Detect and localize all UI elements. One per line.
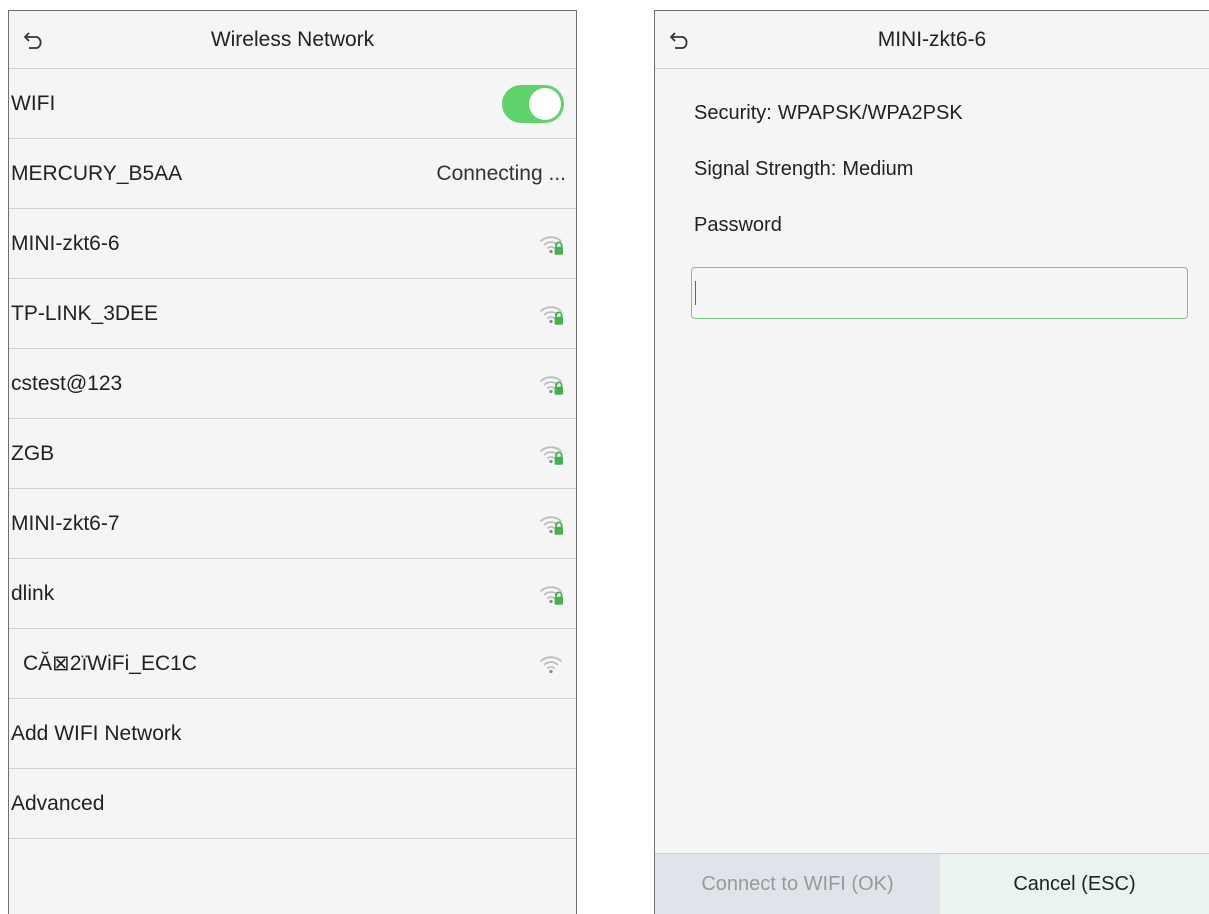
network-status: Connecting ... (436, 161, 566, 185)
advanced-label: Advanced (11, 791, 105, 815)
back-arrow-icon (670, 31, 688, 49)
text-cursor (695, 281, 696, 305)
wifi-lock-icon (538, 510, 566, 538)
network-row[interactable]: CĂ⊠2ïWiFi_EC1C (9, 629, 576, 699)
network-ssid: ZGB (11, 441, 55, 465)
detail-header: MINI-zkt6-6 (655, 11, 1209, 69)
network-ssid: MERCURY_B5AA (11, 161, 183, 185)
security-label: Security: (694, 102, 772, 124)
security-value: WPAPSK/WPA2PSK (777, 102, 963, 124)
signal-label: Signal Strength: (694, 158, 837, 180)
network-ssid: TP-LINK_3DEE (11, 301, 159, 325)
password-label: Password (694, 214, 782, 236)
wireless-header: Wireless Network (9, 11, 576, 69)
network-row[interactable]: MINI-zkt6-6 (9, 209, 576, 279)
back-button[interactable] (665, 25, 695, 55)
network-row[interactable]: dlink (9, 559, 576, 629)
network-detail-panel: MINI-zkt6-6 Security: WPAPSK/WPA2PSK Sign… (654, 10, 1209, 914)
page-title: Wireless Network (210, 27, 375, 51)
signal-line: Signal Strength: Medium (694, 155, 1209, 211)
wifi-lock-icon (538, 370, 566, 398)
add-wifi-network-item[interactable]: Add WIFI Network (9, 699, 576, 769)
detail-title: MINI-zkt6-6 (877, 27, 987, 51)
network-row[interactable]: MERCURY_B5AA Connecting ... (9, 139, 576, 209)
network-row[interactable]: cstest@123 (9, 349, 576, 419)
wifi-toggle-row[interactable]: WIFI (9, 69, 576, 139)
add-wifi-label: Add WIFI Network (11, 721, 182, 745)
network-ssid: dlink (11, 581, 55, 605)
wifi-lock-icon (538, 440, 566, 468)
network-row[interactable]: ZGB (9, 419, 576, 489)
wifi-list: WIFI MERCURY_B5AA Connecting ... MINI-zk… (9, 69, 576, 839)
wireless-network-panel: Wireless Network WIFI MERCURY_B5AA Conne… (8, 10, 577, 914)
wifi-lock-icon (538, 580, 566, 608)
network-info: Security: WPAPSK/WPA2PSK Signal Strength:… (655, 69, 1209, 267)
back-button[interactable] (19, 25, 49, 55)
wifi-lock-icon (538, 300, 566, 328)
network-ssid: cstest@123 (11, 371, 123, 395)
signal-value: Medium (842, 158, 914, 180)
wifi-label: WIFI (11, 91, 56, 115)
security-line: Security: WPAPSK/WPA2PSK (694, 99, 1209, 155)
back-arrow-icon (24, 31, 42, 49)
detail-footer: Connect to WIFI (OK) Cancel (ESC) (655, 853, 1209, 914)
cancel-button[interactable]: Cancel (ESC) (940, 854, 1209, 914)
network-row[interactable]: MINI-zkt6-7 (9, 489, 576, 559)
password-input[interactable] (691, 267, 1188, 319)
network-ssid: CĂ⊠2ïWiFi_EC1C (23, 652, 197, 675)
wifi-lock-icon (538, 230, 566, 258)
wifi-icon (538, 650, 566, 678)
connect-button[interactable]: Connect to WIFI (OK) (655, 854, 940, 914)
wifi-toggle[interactable] (502, 84, 564, 123)
network-ssid: MINI-zkt6-6 (11, 231, 120, 255)
network-ssid: MINI-zkt6-7 (11, 511, 120, 535)
network-row[interactable]: TP-LINK_3DEE (9, 279, 576, 349)
advanced-item[interactable]: Advanced (9, 769, 576, 839)
